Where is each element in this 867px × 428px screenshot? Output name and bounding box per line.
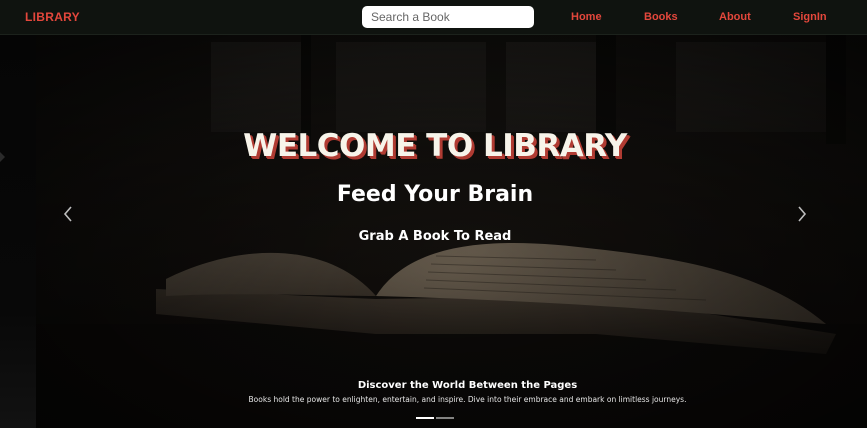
nav-link-books[interactable]: Books xyxy=(644,11,678,23)
chevron-left-icon[interactable] xyxy=(58,202,78,226)
brand-logo[interactable]: LIBRARY xyxy=(25,10,80,24)
nav-link-home[interactable]: Home xyxy=(571,11,602,23)
search-input[interactable] xyxy=(362,6,534,28)
carousel-indicator-1[interactable] xyxy=(416,417,434,419)
nav-link-about[interactable]: About xyxy=(719,11,751,23)
nav-link-signin[interactable]: SignIn xyxy=(793,11,827,23)
navbar: LIBRARY Home Books About SignIn xyxy=(0,0,867,35)
page: LIBRARY Home Books About SignIn xyxy=(0,0,867,428)
chevron-right-icon[interactable] xyxy=(792,202,812,226)
carousel-indicator-2[interactable] xyxy=(436,417,454,419)
caption-title: Discover the World Between the Pages xyxy=(357,380,578,391)
hero-tagline: Grab A Book To Read xyxy=(358,229,512,244)
caption-text: Books hold the power to enlighten, enter… xyxy=(248,395,687,404)
hero-carousel: WELCOME TO LIBRARY Feed Your Brain Grab … xyxy=(0,34,867,428)
hero-title: WELCOME TO LIBRARY xyxy=(243,128,627,164)
hero-subtitle: Feed Your Brain xyxy=(336,182,534,207)
